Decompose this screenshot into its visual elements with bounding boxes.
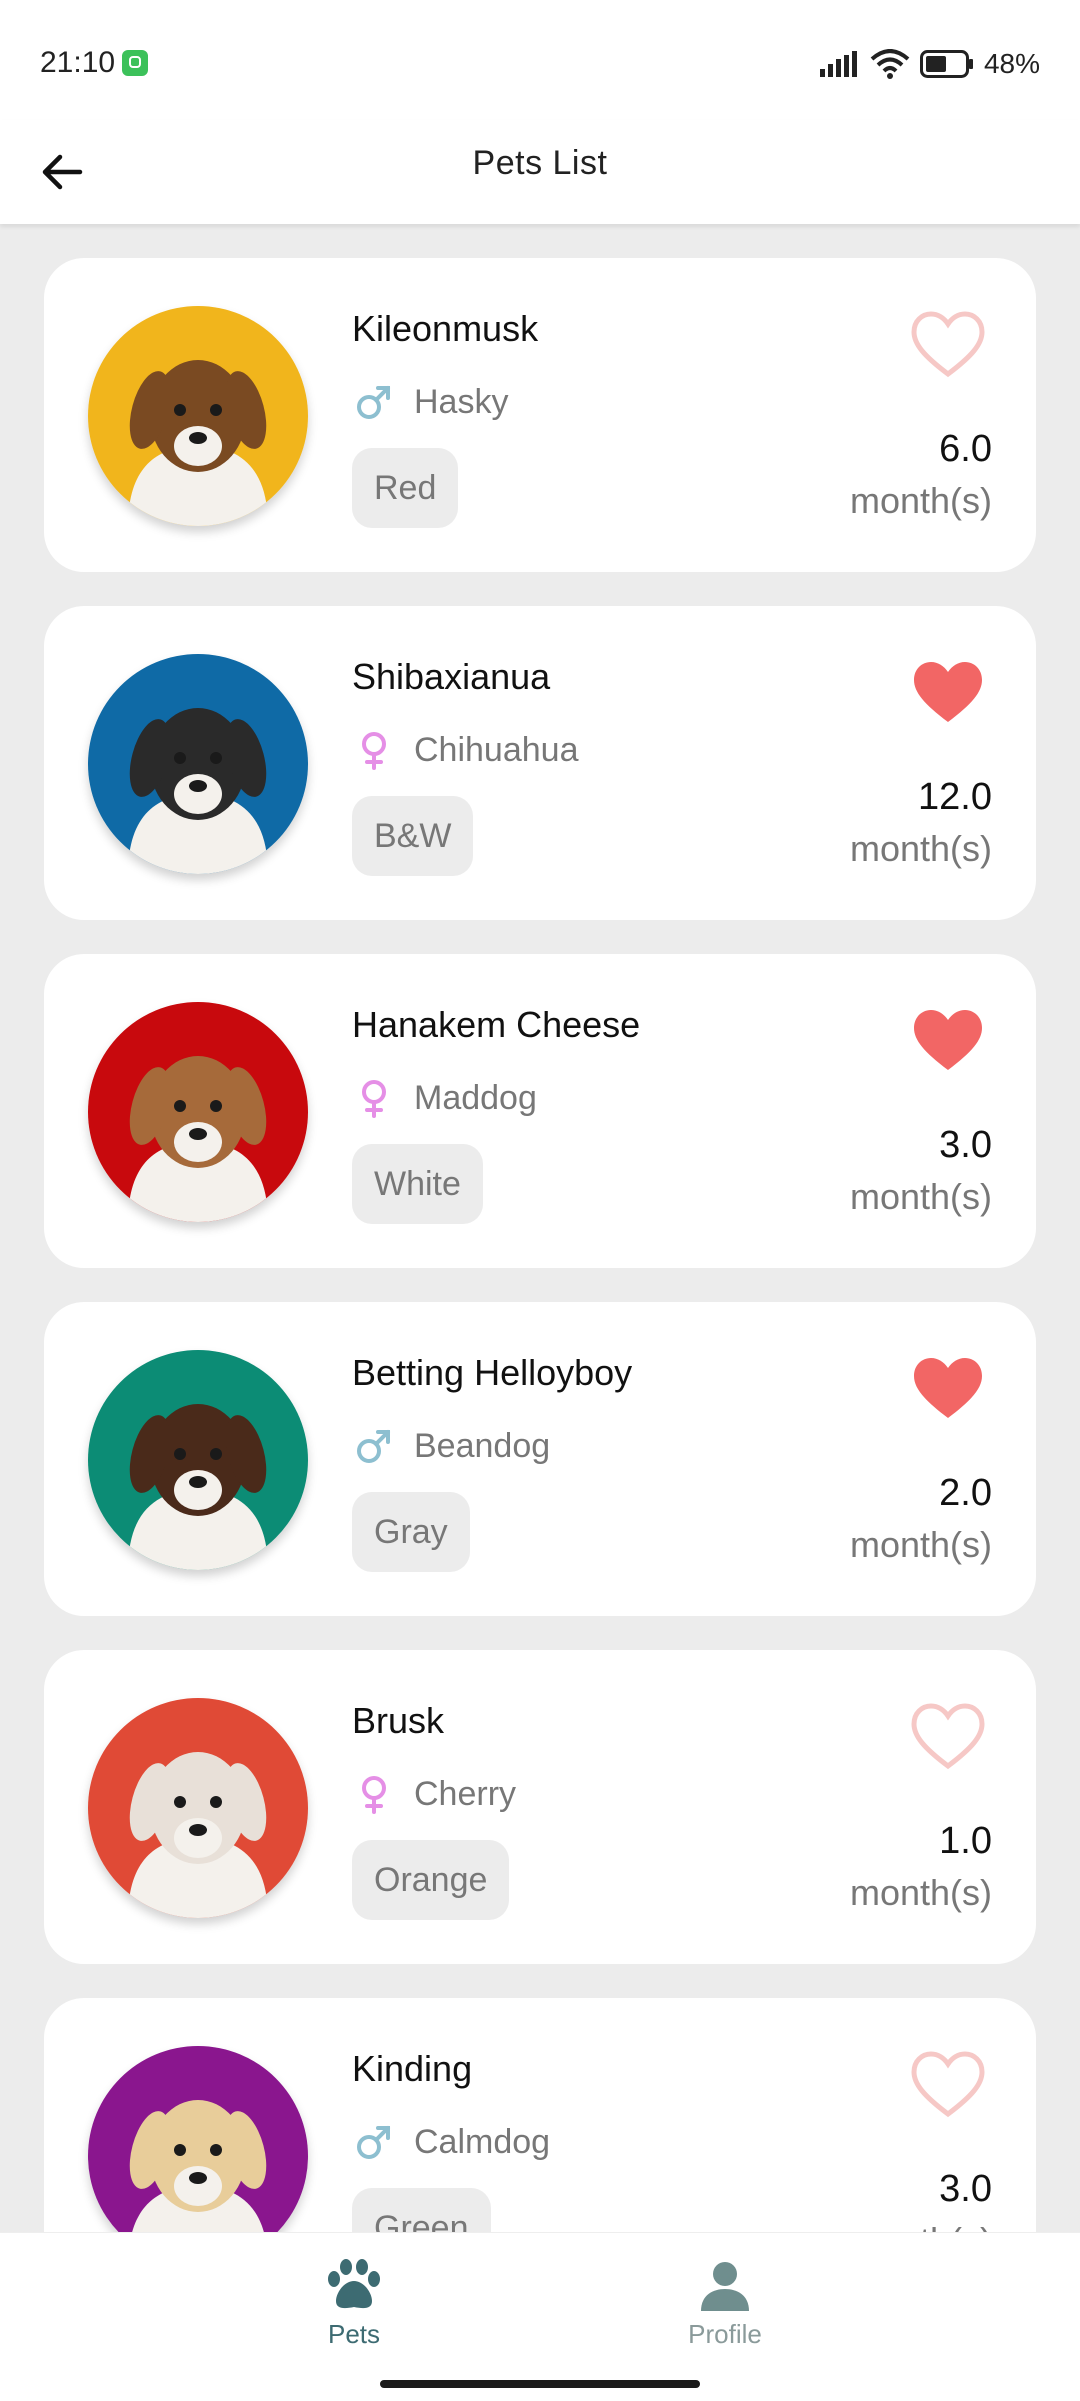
pet-card[interactable]: Shibaxianua Chihuahua B&W 12.0 month(s) [44, 606, 1036, 920]
pet-card[interactable]: Betting Helloyboy Beandog Gray 2.0 month(s) [44, 1302, 1036, 1616]
pet-name: Shibaxianua [352, 656, 551, 697]
home-indicator [380, 2380, 700, 2388]
page-title: Pets List [472, 144, 608, 182]
male-icon [352, 2120, 396, 2164]
status-time: 21:10 [40, 46, 116, 79]
status-icons: 48% [819, 44, 1040, 84]
heart-outline-icon [911, 311, 985, 378]
pet-card[interactable]: Kileonmusk Hasky Red 6.0 month(s) [44, 258, 1036, 572]
heart-outline-icon [911, 2051, 985, 2118]
pet-card[interactable]: Kinding Calmdog Green 3.0 month(s) [44, 1998, 1036, 2232]
bottom-nav: Pets Profile [0, 2232, 1080, 2401]
notification-app-icon [122, 50, 148, 76]
nav-item-pets[interactable]: Pets [254, 2257, 454, 2367]
pet-breed-row: Beandog [352, 1424, 550, 1468]
pet-age-value: 2.0 [939, 1472, 992, 1514]
app-bar: Pets List [0, 120, 1080, 224]
pet-name: Hanakem Cheese [352, 1004, 641, 1045]
nav-item-profile[interactable]: Profile [625, 2257, 825, 2367]
pet-card[interactable]: Brusk Cherry Orange 1.0 month(s) [44, 1650, 1036, 1964]
pet-age-value: 1.0 [939, 1820, 992, 1862]
female-icon [352, 1076, 396, 1120]
pet-avatar [88, 1002, 308, 1222]
favorite-button[interactable] [908, 1352, 988, 1424]
pet-color-chip: B&W [352, 796, 474, 876]
pet-avatar [88, 1698, 308, 1918]
heart-filled-icon [914, 662, 982, 722]
status-bar: 21:10 48% [0, 0, 1080, 120]
pet-breed-row: Calmdog [352, 2120, 550, 2164]
signal-icon [819, 51, 857, 77]
pet-age-value: 12.0 [918, 776, 992, 818]
nav-label-pets: Pets [327, 2319, 381, 2349]
pet-age-unit: month(s) [849, 1176, 992, 1217]
heart-filled-icon [914, 1358, 982, 1418]
wifi-icon [870, 49, 910, 79]
pet-age-value: 6.0 [939, 428, 992, 470]
pet-color-chip: Orange [352, 1840, 510, 1920]
pet-age-value: 3.0 [939, 2168, 992, 2210]
pet-avatar [88, 306, 308, 526]
male-icon [352, 380, 396, 424]
pet-age-unit: month(s) [849, 480, 992, 521]
pet-color-chip: Green [352, 2188, 491, 2232]
pet-color-chip: White [352, 1144, 483, 1224]
female-icon [352, 728, 396, 772]
pet-breed: Beandog [414, 1426, 551, 1465]
favorite-button[interactable] [908, 656, 988, 728]
pet-list[interactable]: Kileonmusk Hasky Red 6.0 month(s) Shibaxianua… [44, 258, 1036, 2232]
pet-color-chip: Red [352, 448, 459, 528]
battery-icon [919, 50, 973, 78]
heart-outline-icon [911, 1703, 985, 1770]
pet-breed-row: Maddog [352, 1076, 537, 1120]
battery-percentage: 48% [983, 48, 1040, 79]
pet-breed: Chihuahua [414, 730, 579, 769]
pet-avatar [88, 654, 308, 874]
favorite-button[interactable] [908, 308, 988, 380]
female-icon [352, 1772, 396, 1816]
nav-label-profile: Profile [688, 2319, 762, 2349]
pet-breed: Cherry [414, 1774, 517, 1813]
pet-age-unit: month(s) [850, 2220, 992, 2232]
pet-breed-row: Cherry [352, 1772, 516, 1816]
pet-breed-row: Chihuahua [352, 728, 578, 772]
favorite-button[interactable] [908, 1700, 988, 1772]
pet-avatar [88, 1350, 308, 1570]
pet-age-value: 3.0 [939, 1124, 992, 1166]
person-icon [701, 2262, 749, 2311]
pet-age-unit: month(s) [849, 1524, 992, 1565]
pet-name: Kileonmusk [352, 308, 539, 349]
pet-name: Betting Helloyboy [352, 1352, 633, 1393]
favorite-button[interactable] [908, 2048, 988, 2120]
pet-breed-row: Hasky [352, 380, 508, 424]
pet-color-chip: Gray [352, 1492, 470, 1572]
pet-age-unit: month(s) [849, 1872, 992, 1913]
pet-name: Brusk [352, 1700, 445, 1741]
pet-breed: Maddog [414, 1078, 537, 1117]
heart-filled-icon [914, 1010, 982, 1070]
pet-age-unit: month(s) [849, 828, 992, 869]
favorite-button[interactable] [908, 1004, 988, 1076]
pet-breed: Hasky [414, 382, 509, 421]
pet-card[interactable]: Hanakem Cheese Maddog White 3.0 month(s) [44, 954, 1036, 1268]
male-icon [352, 1424, 396, 1468]
pet-breed: Calmdog [414, 2122, 551, 2161]
pet-name: Kinding [352, 2048, 473, 2089]
pet-avatar [88, 2046, 308, 2232]
paw-icon [328, 2259, 380, 2309]
